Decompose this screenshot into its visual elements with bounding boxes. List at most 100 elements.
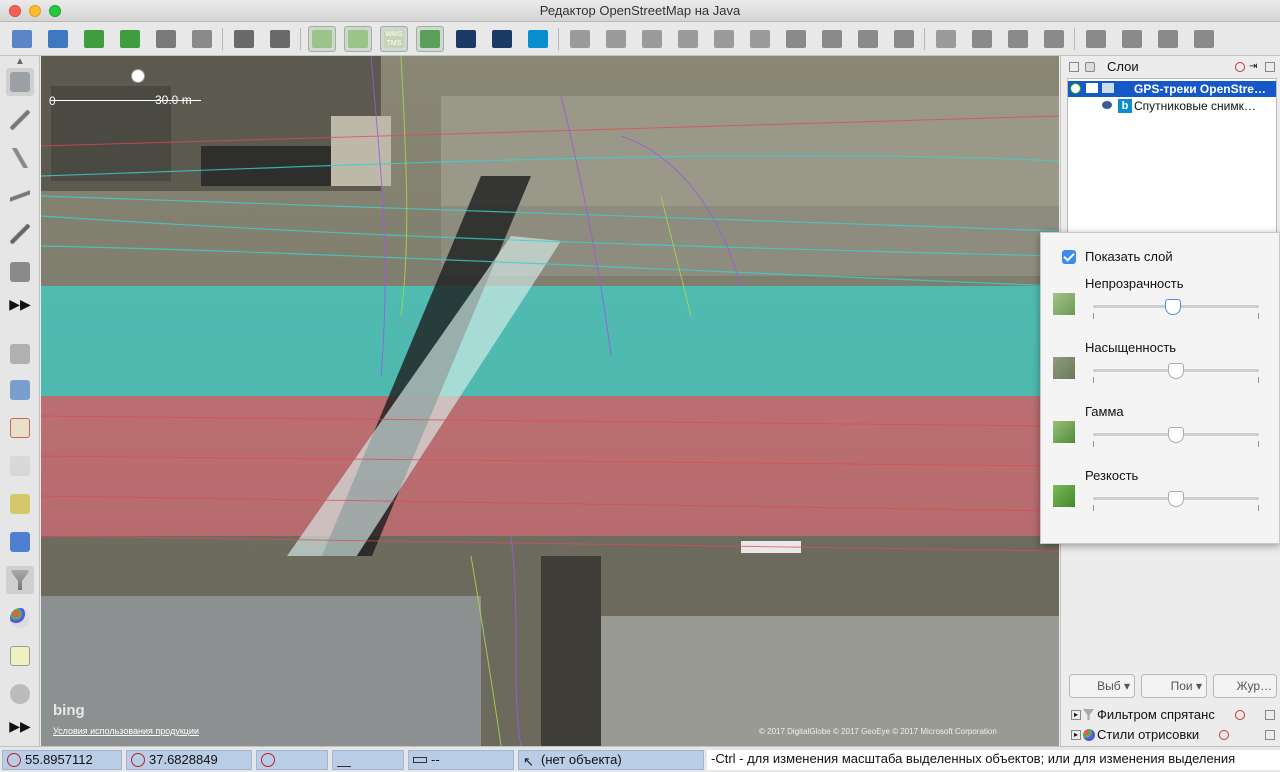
draw-node-tool-icon[interactable]	[6, 106, 34, 134]
bus-icon[interactable]	[818, 26, 846, 52]
improve-way-tool-icon[interactable]	[6, 144, 34, 172]
save-icon[interactable]	[44, 26, 72, 52]
zoom-slider-knob[interactable]	[131, 69, 145, 83]
slider-knob[interactable]	[1168, 427, 1184, 443]
close-panel-icon[interactable]	[1219, 730, 1229, 740]
filter-panel-title: Фильтром спрятанс	[1097, 707, 1215, 722]
wms-tms-icon[interactable]: WMS TMS	[380, 26, 408, 52]
selection-toggle-icon[interactable]	[6, 452, 34, 480]
extrude-tool-icon[interactable]	[6, 258, 34, 286]
minimize-panel-icon[interactable]	[1265, 62, 1275, 72]
slider-knob[interactable]	[1168, 363, 1184, 379]
scale-bar[interactable]: 0 30.0 m	[49, 64, 209, 108]
scale-end-label: 30.0 m	[155, 93, 192, 107]
saturation-slider[interactable]	[1093, 361, 1259, 383]
bing-icon[interactable]	[524, 26, 552, 52]
layer-row[interactable]: b Спутниковые снимк…	[1068, 98, 1276, 114]
collapse-icon[interactable]	[1069, 62, 1079, 72]
tags-toggle-icon[interactable]	[6, 376, 34, 404]
show-layer-checkbox[interactable]	[1062, 250, 1076, 264]
conflict-toggle-icon[interactable]	[6, 528, 34, 556]
download-data-icon[interactable]	[116, 26, 144, 52]
open-file-icon[interactable]	[8, 26, 36, 52]
expand-icon[interactable]: ▸	[1071, 730, 1081, 740]
slider-knob[interactable]	[1168, 491, 1184, 507]
cash-icon[interactable]	[1040, 26, 1068, 52]
select-button[interactable]: Выб ▾	[1069, 674, 1135, 698]
map-view[interactable]: 0 30.0 m bing Условия использования прод…	[41, 56, 1059, 746]
minimize-panel-icon[interactable]	[1265, 730, 1275, 740]
bag-icon[interactable]	[1004, 26, 1032, 52]
bicycle-icon[interactable]	[854, 26, 882, 52]
layers-toggle-icon[interactable]	[6, 340, 34, 368]
latitude-field: 55.8957112	[2, 750, 122, 770]
title-bar: Редактор OpenStreetMap на Java	[0, 0, 1280, 22]
rail-icon[interactable]	[890, 26, 918, 52]
detach-panel-icon[interactable]: ⇥	[1249, 62, 1259, 72]
car-icon[interactable]	[782, 26, 810, 52]
active-layer-icon	[1070, 83, 1081, 94]
search-button[interactable]: Пои ▾	[1141, 674, 1207, 698]
close-panel-icon[interactable]	[1235, 62, 1245, 72]
zoom-icon[interactable]	[416, 26, 444, 52]
close-panel-icon[interactable]	[1235, 710, 1245, 720]
relations-toggle-icon[interactable]	[6, 414, 34, 442]
validator-toggle-icon[interactable]	[6, 490, 34, 518]
map-paint-styles-icon[interactable]	[6, 604, 34, 632]
castle-icon[interactable]	[1190, 26, 1218, 52]
road-icon-3[interactable]	[638, 26, 666, 52]
layer-row[interactable]: GPS-треки OpenStre…	[1068, 81, 1276, 97]
layer-name: GPS-треки OpenStre…	[1134, 82, 1266, 96]
scroll-up-icon[interactable]: ▲	[6, 56, 34, 67]
wiki-icon[interactable]	[6, 680, 34, 708]
close-window-button[interactable]	[9, 5, 21, 17]
opacity-slider[interactable]	[1093, 297, 1259, 319]
gamma-slider[interactable]	[1093, 425, 1259, 447]
road-icon-5[interactable]	[710, 26, 738, 52]
gps-icon[interactable]	[452, 26, 480, 52]
more-dialogs-icon[interactable]: ▶▶	[6, 712, 34, 740]
factory-icon[interactable]	[1082, 26, 1110, 52]
river-icon[interactable]	[1154, 26, 1182, 52]
history-button[interactable]: Жур…	[1213, 674, 1277, 698]
latitude-value: 55.8957112	[25, 752, 93, 767]
road-icon-6[interactable]	[746, 26, 774, 52]
sign-icon[interactable]	[932, 26, 960, 52]
zoom-to-selection-icon[interactable]	[344, 26, 372, 52]
terms-of-use-link[interactable]: Условия использования продукции	[53, 726, 199, 736]
sharpness-slider[interactable]	[1093, 489, 1259, 511]
more-tools-icon[interactable]: ▶▶	[6, 290, 34, 318]
road-icon-4[interactable]	[674, 26, 702, 52]
gps-track-icon[interactable]	[488, 26, 516, 52]
heading-field	[256, 750, 328, 770]
redo-icon[interactable]	[266, 26, 294, 52]
parallel-way-tool-icon[interactable]	[6, 182, 34, 210]
download-icon[interactable]	[80, 26, 108, 52]
filter-panel-header[interactable]: ▸ Фильтром спрятанс	[1067, 706, 1277, 724]
longitude-field: 37.6828849	[126, 750, 252, 770]
draw-line-tool-icon[interactable]	[6, 220, 34, 248]
minimize-panel-icon[interactable]	[1265, 710, 1275, 720]
opacity-label: Непрозрачность	[1085, 276, 1184, 291]
zoom-to-data-icon[interactable]	[308, 26, 336, 52]
map-styles-panel-header[interactable]: ▸ Стили отрисовки	[1067, 726, 1277, 744]
road-icon-1[interactable]	[566, 26, 594, 52]
eye-icon[interactable]	[1102, 101, 1112, 109]
zoom-window-button[interactable]	[49, 5, 61, 17]
visible-layer-icon[interactable]	[1086, 83, 1098, 93]
upload-icon[interactable]	[152, 26, 180, 52]
filter-toggle-icon[interactable]	[6, 566, 34, 594]
mountain-icon[interactable]	[1118, 26, 1146, 52]
globe-icon[interactable]	[188, 26, 216, 52]
slider-tick	[1258, 441, 1259, 447]
distance-value: --	[431, 752, 440, 767]
select-tool-icon[interactable]	[6, 68, 34, 96]
undo-icon[interactable]	[230, 26, 258, 52]
expand-icon[interactable]: ▸	[1071, 710, 1081, 720]
minimize-window-button[interactable]	[29, 5, 41, 17]
wheel-icon[interactable]	[968, 26, 996, 52]
notes-toggle-icon[interactable]	[6, 642, 34, 670]
main-toolbar: WMS TMS	[0, 22, 1280, 56]
slider-knob[interactable]	[1165, 299, 1181, 315]
road-icon-2[interactable]	[602, 26, 630, 52]
